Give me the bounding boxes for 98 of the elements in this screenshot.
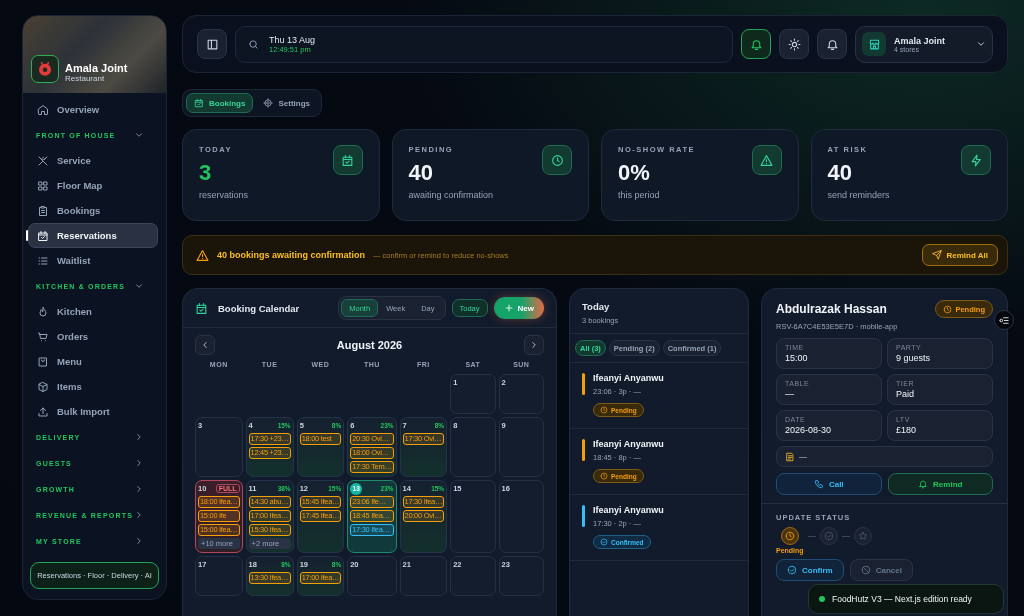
sun-icon: [787, 37, 801, 51]
calendar-icon: [37, 229, 49, 242]
plus-icon: [503, 303, 514, 313]
month-title: August 2026: [336, 339, 403, 351]
phone-icon: [813, 479, 824, 489]
stat-value: 0%: [618, 160, 651, 186]
chevron-right-icon: [134, 536, 144, 546]
logo-icon: [31, 55, 59, 83]
chevron-right-icon: [529, 340, 539, 350]
field-value: Paid: [896, 389, 915, 399]
field-value: 9 guests: [896, 353, 932, 363]
field-value: —: [785, 389, 795, 399]
note-field[interactable]: —: [776, 446, 993, 467]
clock-icon: [600, 472, 608, 480]
alert-title: 40 bookings awaiting confirmation: [217, 250, 366, 260]
clipboard-icon: [37, 204, 49, 217]
guest-name[interactable]: Ifeanyi Anyanwu: [593, 439, 664, 449]
bag-icon: [37, 355, 49, 368]
nav-item[interactable]: Kitchen: [28, 299, 158, 324]
field-value: 15:00: [785, 353, 809, 363]
guest-name[interactable]: Ifeanyi Anyanwu: [593, 505, 664, 515]
notifications-button[interactable]: [817, 29, 847, 59]
alerts-button[interactable]: [741, 29, 771, 59]
stat-caption: this period: [618, 190, 661, 200]
stat-value: 40: [408, 160, 434, 186]
stat-caption: send reminders: [827, 190, 890, 200]
stat-caption: reservations: [199, 190, 249, 200]
chevron-left-icon: [200, 340, 210, 350]
warning-icon: [196, 248, 209, 262]
filter-icon: [998, 314, 1010, 326]
nav-item[interactable]: Orders: [28, 324, 158, 349]
home-icon: [37, 103, 49, 116]
guest-name[interactable]: Ifeanyi Anyanwu: [593, 373, 664, 383]
stat-value: 40: [827, 160, 853, 186]
bell-icon: [918, 479, 929, 489]
box-icon: [37, 380, 49, 393]
call-button[interactable]: Call: [776, 473, 882, 495]
field-value: 2026-08-30: [785, 425, 833, 435]
ban-icon: [860, 565, 871, 575]
warning-icon: [760, 153, 773, 167]
utensils-icon: [37, 154, 49, 167]
remind-button[interactable]: Remind: [887, 473, 993, 495]
clock-icon: [550, 153, 564, 167]
chevron-right-icon: [134, 510, 144, 520]
nav-item[interactable]: Reservations: [28, 223, 158, 248]
theme-button[interactable]: [779, 29, 809, 59]
confirm-button[interactable]: Confirm: [776, 559, 844, 581]
nav-item[interactable]: Waitlist: [28, 248, 158, 273]
remind-all-button[interactable]: Remind All: [921, 244, 998, 266]
chevron-down-icon: [976, 39, 986, 49]
stat-caption: awaiting confirmation: [408, 190, 494, 200]
stat-value: 3: [199, 160, 213, 186]
date-text: Thu 13 Aug: [269, 34, 316, 45]
nav-item[interactable]: Overview: [28, 97, 158, 122]
upload-icon: [37, 405, 49, 418]
guest-name: Abdulrazak Hassan: [776, 302, 887, 316]
panel-icon: [205, 37, 219, 51]
list-icon: [37, 254, 49, 267]
clock-icon: [600, 406, 608, 414]
send-icon: [931, 250, 942, 260]
chevron-right-icon: [134, 484, 144, 494]
nav-item[interactable]: Floor Map: [28, 173, 158, 198]
lightning-icon: [969, 153, 983, 167]
brand-name: Amala Joint: [65, 62, 128, 74]
clock-icon: [784, 531, 795, 541]
status-step[interactable]: [780, 527, 799, 545]
chevron-down-icon: [134, 281, 144, 291]
nav-item[interactable]: Menu: [28, 349, 158, 374]
brand-subtitle: Restaurant: [65, 74, 106, 83]
chevron-right-icon: [134, 432, 144, 442]
filter-button[interactable]: [994, 310, 1014, 330]
star-icon: [857, 531, 868, 541]
tab[interactable]: Bookings: [186, 93, 254, 113]
note-icon: [785, 451, 795, 462]
calendar-icon: [341, 153, 354, 167]
chevron-right-icon: [134, 458, 144, 468]
nav-item[interactable]: Bulk Import: [28, 399, 158, 424]
clock-icon: [943, 304, 953, 314]
panel-title: Today: [582, 301, 611, 312]
nav-item[interactable]: Items: [28, 374, 158, 399]
nav-item[interactable]: Service: [28, 148, 158, 173]
store-icon: [867, 37, 881, 51]
toast-notification: FoodHutz V3 — Next.js edition ready: [808, 584, 1004, 614]
chevron-down-icon: [134, 130, 144, 140]
calendar-icon: [195, 301, 208, 315]
bell-icon: [749, 37, 763, 51]
cart-icon: [37, 330, 49, 343]
tab[interactable]: Settings: [255, 93, 318, 113]
search-icon: [248, 38, 259, 50]
calendar-icon: [194, 98, 204, 108]
panel-title: Booking Calendar: [218, 302, 301, 314]
flame-icon: [37, 305, 49, 318]
field-value: £180: [896, 425, 918, 435]
grid-icon: [37, 179, 49, 192]
bell-icon: [825, 37, 839, 51]
sidebar-toggle-button[interactable]: [197, 29, 227, 59]
status-dot: [819, 596, 825, 602]
nav-item[interactable]: Bookings: [28, 198, 158, 223]
